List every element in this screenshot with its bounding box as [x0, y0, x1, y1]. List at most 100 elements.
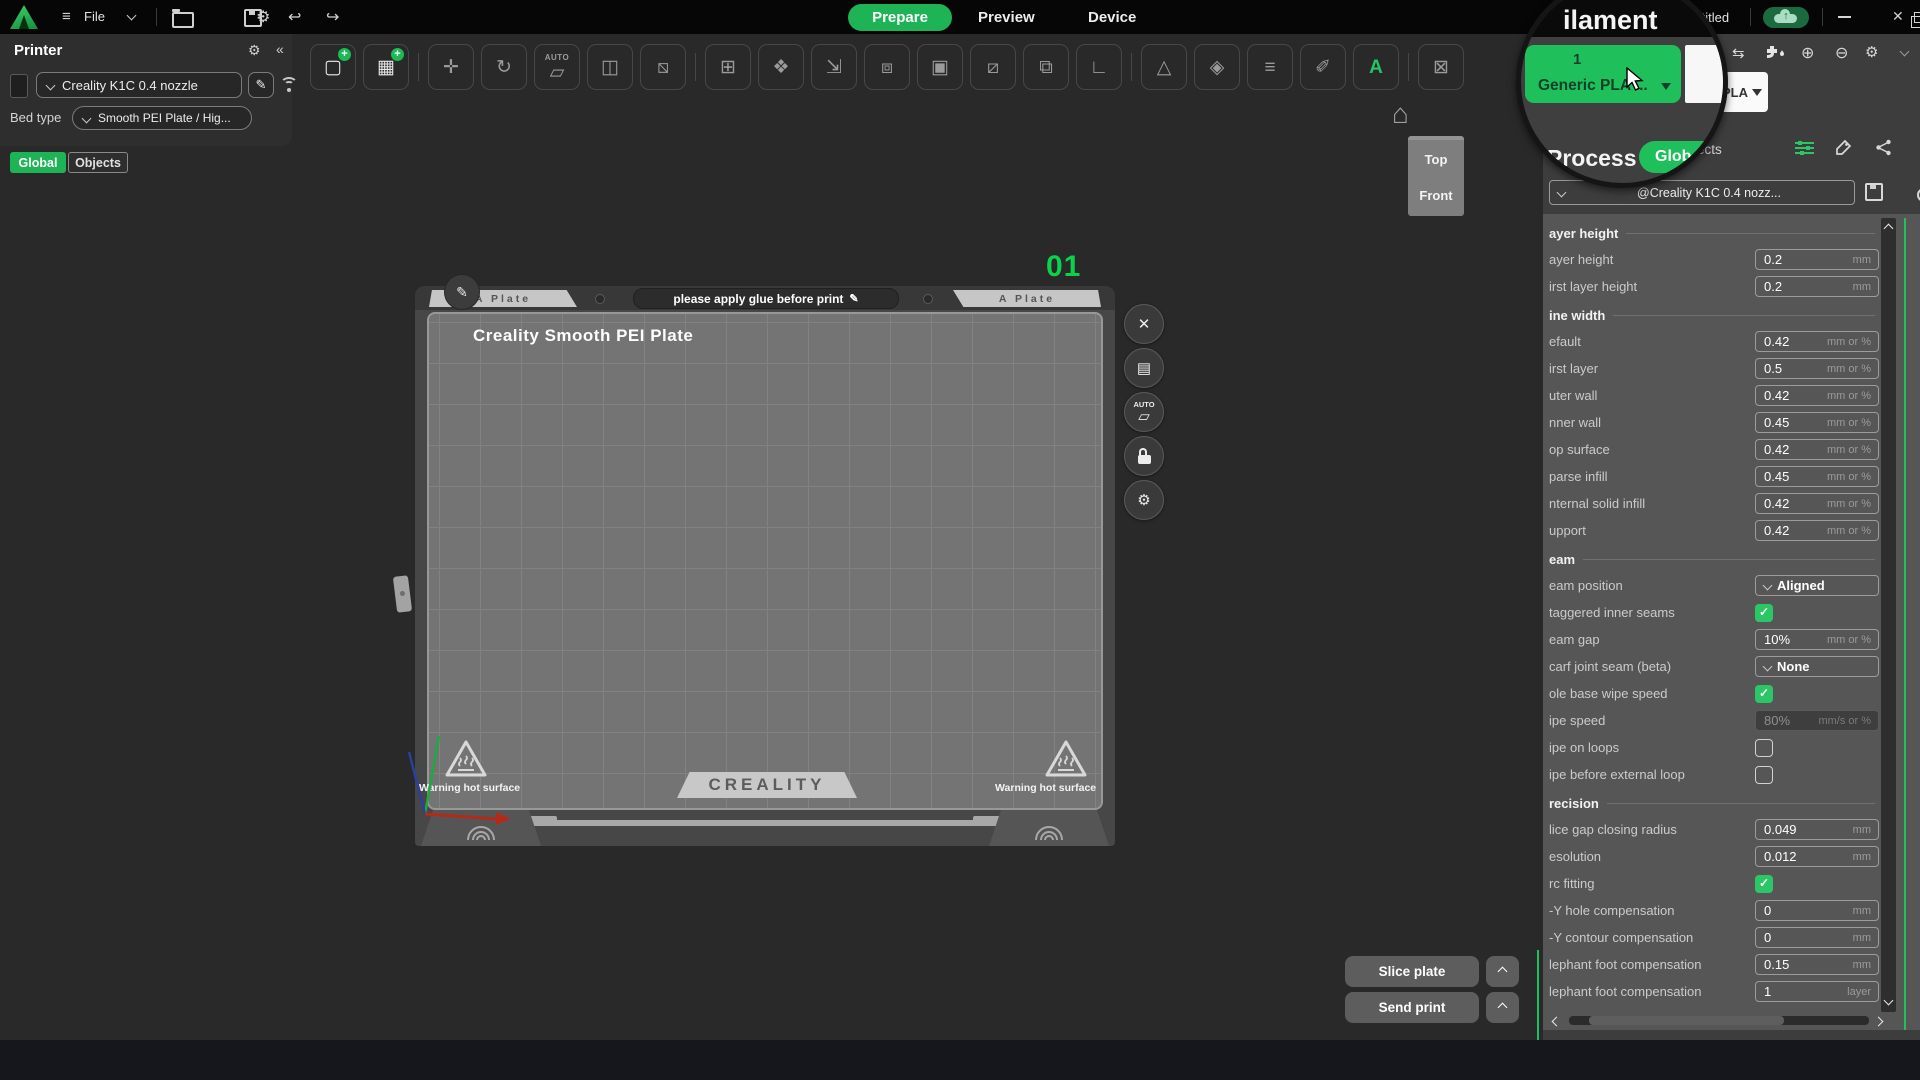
- param-input[interactable]: 0.2 mm: [1755, 249, 1879, 270]
- seam-paint-icon[interactable]: ◈: [1194, 44, 1240, 90]
- plate-settings-button[interactable]: ⚙: [1124, 480, 1164, 520]
- undo-icon[interactable]: ↩: [288, 7, 301, 27]
- move-icon[interactable]: ✛: [428, 44, 474, 90]
- close-window-button[interactable]: ✕: [1892, 8, 1904, 25]
- advanced-settings-icon[interactable]: [1795, 140, 1814, 156]
- cut-icon[interactable]: ⧄: [970, 44, 1016, 90]
- param-input[interactable]: 0.45 mm or %: [1755, 466, 1879, 487]
- filament-settings-icon[interactable]: ⚙: [1865, 43, 1878, 61]
- param-input[interactable]: 1 layer: [1755, 981, 1879, 1002]
- param-input[interactable]: 0 mm: [1755, 900, 1879, 921]
- param-input[interactable]: 0.5 mm or %: [1755, 358, 1879, 379]
- param-select[interactable]: Aligned: [1755, 575, 1879, 596]
- plate-list-button[interactable]: ▤: [1124, 348, 1164, 388]
- compare-icon[interactable]: [1875, 139, 1892, 156]
- redo-icon[interactable]: ↪: [326, 7, 339, 27]
- scope-tab-global[interactable]: Global: [10, 152, 66, 173]
- support-paint-icon[interactable]: △: [1141, 44, 1187, 90]
- split-icon[interactable]: ◫: [587, 44, 633, 90]
- measure-icon[interactable]: ∟: [1076, 44, 1122, 90]
- auto-orient-icon[interactable]: AUTO ▱: [534, 44, 580, 90]
- save-preset-icon[interactable]: [1865, 183, 1883, 201]
- param-input[interactable]: 0.42 mm or %: [1755, 439, 1879, 460]
- param-input[interactable]: 0.2 mm: [1755, 276, 1879, 297]
- warning-text-right: Warning hot surface: [995, 782, 1097, 794]
- cloud-upload-button[interactable]: ↑: [1763, 7, 1809, 28]
- lock-plate-button[interactable]: [1124, 436, 1164, 476]
- collapse-panel-icon[interactable]: «: [276, 41, 284, 57]
- lay-on-face-icon[interactable]: ⧅: [640, 44, 686, 90]
- param-input[interactable]: 0.42 mm or %: [1755, 493, 1879, 514]
- paint-icon[interactable]: [1835, 139, 1852, 156]
- view-cube[interactable]: Top Front: [1408, 136, 1464, 216]
- tab-prepare[interactable]: Prepare: [848, 4, 952, 31]
- slice-plate-label: Slice plate: [1378, 964, 1446, 979]
- param-input[interactable]: 10% mm or %: [1755, 629, 1879, 650]
- param-input[interactable]: 80% mm/s or %: [1755, 710, 1879, 731]
- scope-tab-objects[interactable]: Objects: [68, 152, 128, 173]
- file-menu[interactable]: File: [84, 9, 105, 24]
- boolean-icon[interactable]: ⧉: [1023, 44, 1069, 90]
- scope-tab-global-label: Global: [18, 155, 58, 170]
- home-view-button[interactable]: ⌂: [1392, 98, 1409, 130]
- param-input[interactable]: 0.42 mm or %: [1755, 520, 1879, 541]
- scale-icon[interactable]: ⇲: [811, 44, 857, 90]
- param-row: upport 0.42 mm or %: [1549, 517, 1879, 544]
- remove-filament-icon[interactable]: ⊖: [1835, 43, 1848, 63]
- tab-device[interactable]: Device: [1088, 9, 1136, 26]
- add-plate-icon[interactable]: ▦ +: [363, 44, 409, 90]
- param-checkbox[interactable]: [1755, 765, 1773, 784]
- delete-plate-button[interactable]: ✕: [1124, 304, 1164, 344]
- arrange-icon[interactable]: ⊞: [705, 44, 751, 90]
- plate-surface[interactable]: Creality Smooth PEI Plate Warning hot su…: [419, 312, 1103, 810]
- color-paint-icon[interactable]: ✐: [1300, 44, 1346, 90]
- add-model-icon[interactable]: ▢ +: [310, 44, 356, 90]
- filament-sync-icon[interactable]: ⇆: [1732, 44, 1745, 62]
- horizontal-scroll-thumb[interactable]: [1589, 1016, 1784, 1025]
- param-input[interactable]: 0.42 mm or %: [1755, 385, 1879, 406]
- chevron-down-icon[interactable]: [126, 10, 137, 21]
- auto-orient-plate-button[interactable]: AUTO ▱: [1124, 392, 1164, 432]
- settings-gear-icon[interactable]: ⚙: [256, 7, 270, 27]
- slice-plate-button[interactable]: Slice plate: [1345, 956, 1479, 987]
- param-input[interactable]: 0.049 mm: [1755, 819, 1879, 840]
- params-vertical-scrollbar[interactable]: [1881, 218, 1896, 1012]
- add-filament-icon[interactable]: ⊕: [1801, 43, 1814, 63]
- param-input[interactable]: 0.45 mm or %: [1755, 412, 1879, 433]
- more-tools-icon[interactable]: ⊠: [1418, 44, 1464, 90]
- printer-settings-gear-icon[interactable]: ⚙: [248, 42, 261, 59]
- send-print-button[interactable]: Send print: [1345, 992, 1479, 1023]
- param-checkbox[interactable]: ✓: [1755, 603, 1773, 622]
- param-input[interactable]: 0.15 mm: [1755, 954, 1879, 975]
- minimize-button[interactable]: [1838, 16, 1851, 18]
- param-input[interactable]: 0.42 mm or %: [1755, 331, 1879, 352]
- edit-plate-name-button[interactable]: ✎: [444, 274, 480, 310]
- rotate-icon[interactable]: ↻: [481, 44, 527, 90]
- hollow-icon[interactable]: ▣: [917, 44, 963, 90]
- variable-layer-height-icon[interactable]: ≡: [1247, 44, 1293, 90]
- restore-window-button[interactable]: [1910, 12, 1920, 28]
- param-checkbox[interactable]: ✓: [1755, 684, 1773, 703]
- scroll-up-icon[interactable]: [1883, 223, 1894, 234]
- chevron-down-icon: [1556, 187, 1567, 198]
- slice-options-button[interactable]: [1486, 956, 1519, 987]
- assemble-icon[interactable]: ⧈: [864, 44, 910, 90]
- text-icon[interactable]: A: [1353, 44, 1399, 90]
- hamburger-menu-icon[interactable]: ≡: [62, 8, 71, 25]
- edit-printer-button[interactable]: ✎: [248, 72, 274, 98]
- wifi-icon[interactable]: [280, 77, 298, 92]
- open-file-icon[interactable]: [172, 9, 194, 28]
- filament-load-icon[interactable]: [1765, 45, 1785, 62]
- param-input[interactable]: 0 mm: [1755, 927, 1879, 948]
- tab-preview[interactable]: Preview: [978, 9, 1035, 26]
- collapse-filament-icon[interactable]: [1899, 46, 1910, 57]
- param-checkbox[interactable]: [1755, 738, 1773, 757]
- scroll-down-icon[interactable]: [1883, 995, 1894, 1006]
- param-input[interactable]: 0.012 mm: [1755, 846, 1879, 867]
- param-checkbox[interactable]: ✓: [1755, 874, 1773, 893]
- auto-arrange-icon[interactable]: ❖: [758, 44, 804, 90]
- send-options-button[interactable]: [1486, 992, 1519, 1023]
- param-select[interactable]: None: [1755, 656, 1879, 677]
- printer-select[interactable]: Creality K1C 0.4 nozzle: [36, 72, 242, 98]
- bed-type-select[interactable]: Smooth PEI Plate / Hig...: [72, 106, 252, 130]
